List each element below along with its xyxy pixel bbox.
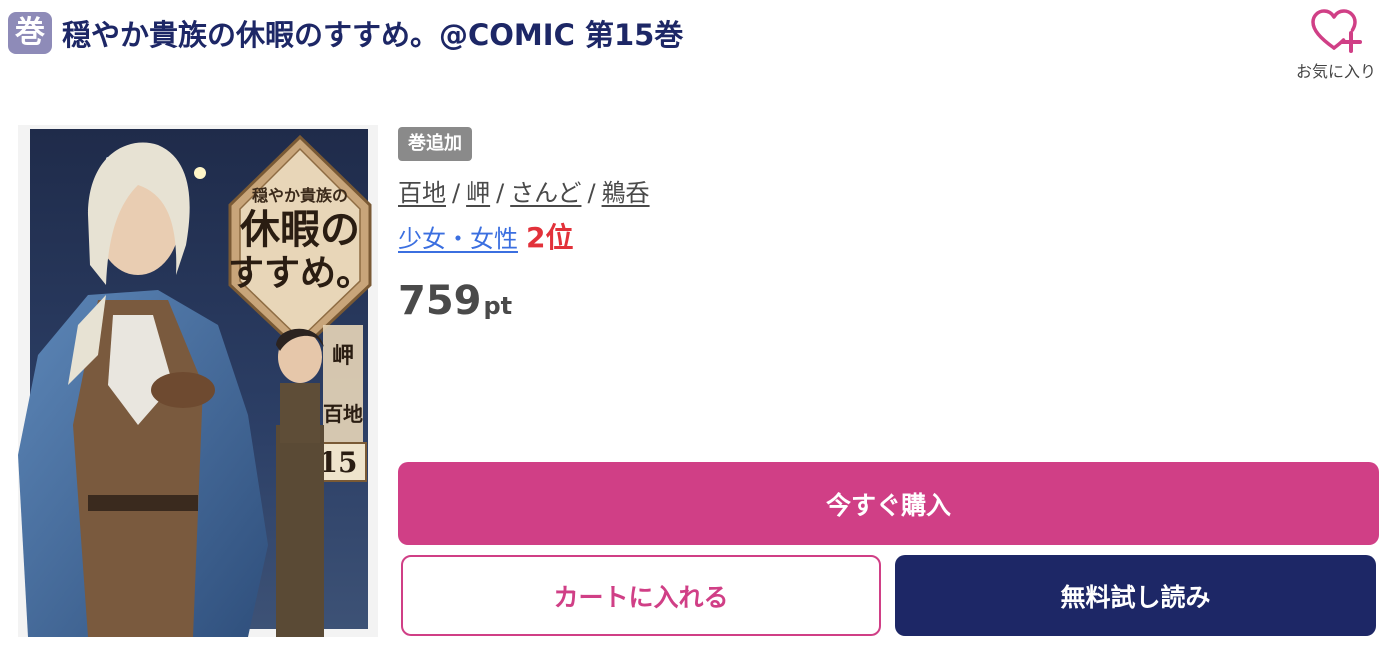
page-title: 穏やか貴族の休暇のすすめ。@COMIC 第15巻 — [62, 18, 684, 52]
product-info: 巻追加 百地 / 岬 / さんど / 鵜呑 少女・女性 2位 759pt — [398, 127, 1378, 324]
product-header: 巻 穏やか貴族の休暇のすすめ。@COMIC 第15巻 — [8, 12, 683, 54]
product-page: 巻 穏やか貴族の休暇のすすめ。@COMIC 第15巻 お気に入り 穏やか貴族の … — [0, 0, 1396, 656]
cover-title-line-3: すすめ。 — [228, 252, 372, 294]
genre-link[interactable]: 少女・女性 — [398, 225, 518, 253]
genre-ranking-row: 少女・女性 2位 — [398, 216, 1378, 256]
add-to-cart-button[interactable]: カートに入れる — [401, 555, 881, 636]
volume-badge: 巻 — [8, 12, 52, 54]
cover-image[interactable]: 穏やか貴族の 休暇の すすめ。 岬 百地 15 — [18, 125, 378, 637]
cover-title-line-1: 穏やか貴族の — [252, 186, 348, 205]
ranking-badge: 2位 — [526, 220, 574, 254]
author-link-3[interactable]: さんど — [510, 179, 581, 207]
cover-art: 穏やか貴族の 休暇の すすめ。 岬 百地 15 — [18, 125, 378, 637]
cover-credit-1: 岬 — [332, 343, 354, 369]
author-separator: / — [587, 178, 596, 207]
price: 759pt — [398, 278, 1378, 324]
author-separator: / — [496, 178, 505, 207]
price-value: 759 — [398, 277, 482, 324]
author-link-4[interactable]: 鵜呑 — [602, 179, 650, 207]
favorite-button[interactable]: お気に入り — [1286, 8, 1386, 82]
volume-added-tag: 巻追加 — [398, 127, 472, 161]
author-separator: / — [452, 178, 461, 207]
buy-now-button[interactable]: 今すぐ購入 — [398, 462, 1379, 545]
author-link-1[interactable]: 百地 — [398, 179, 446, 207]
favorite-label: お気に入り — [1295, 62, 1376, 81]
author-list: 百地 / 岬 / さんど / 鵜呑 — [398, 173, 1378, 208]
price-unit: pt — [483, 291, 513, 320]
author-link-2[interactable]: 岬 — [466, 179, 490, 207]
heart-plus-icon — [1311, 9, 1362, 53]
cover-credit-2: 百地 — [323, 402, 363, 426]
free-trial-button[interactable]: 無料試し読み — [895, 555, 1376, 636]
cover-volume-number: 15 — [319, 446, 358, 479]
cover-title-line-2: 休暇の — [239, 206, 360, 253]
